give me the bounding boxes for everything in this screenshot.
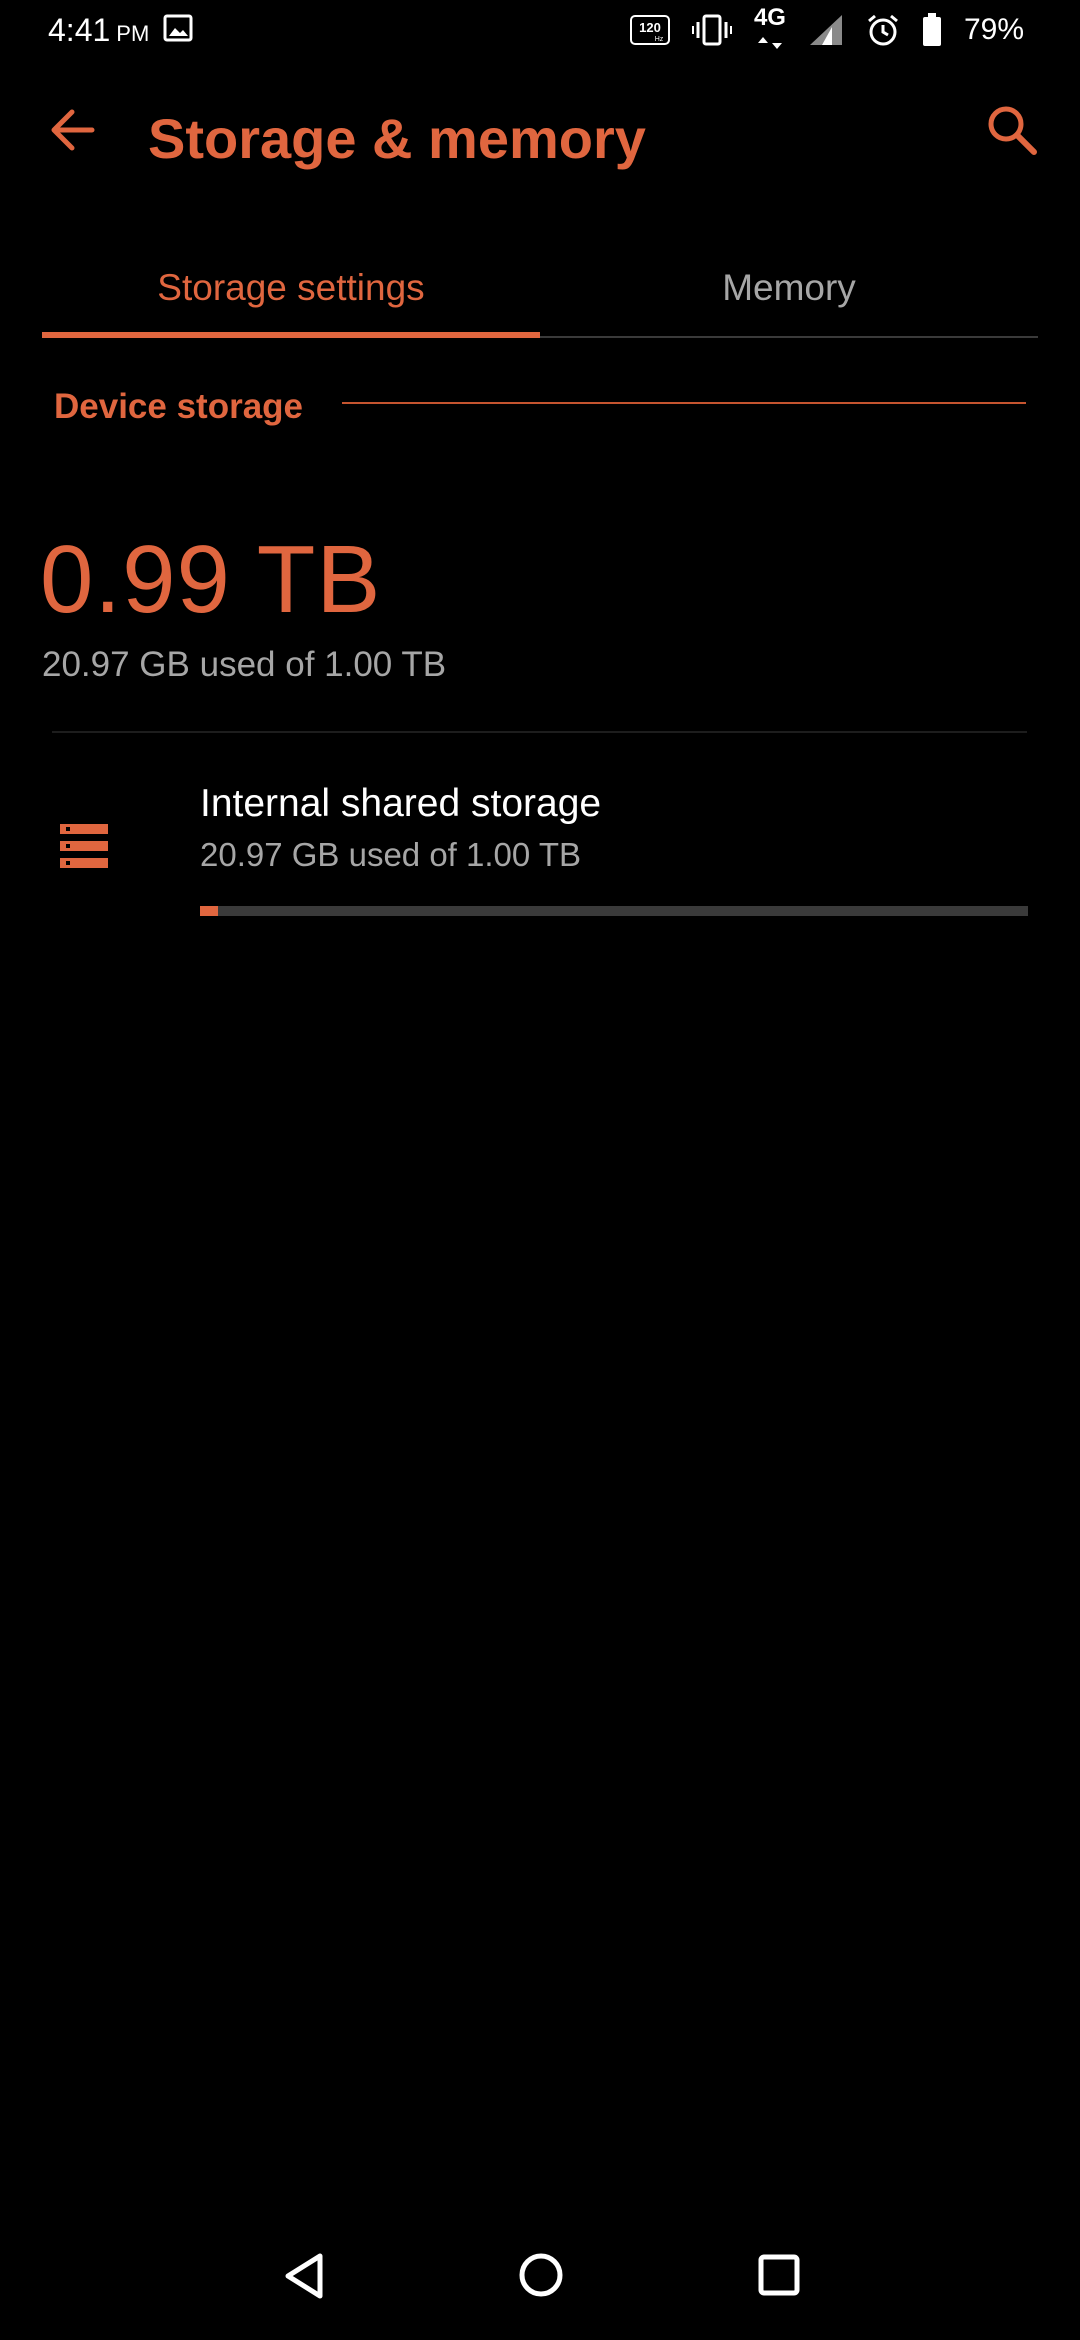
battery-percent: 79% bbox=[963, 13, 1024, 46]
storage-used-summary: 20.97 GB used of 1.00 TB bbox=[42, 645, 447, 684]
storage-progress-bar bbox=[200, 906, 1028, 916]
storage-item-internal[interactable]: Internal shared storage 20.97 GB used of… bbox=[0, 760, 1080, 930]
tab-selected-indicator bbox=[42, 332, 540, 338]
section-header-line bbox=[342, 402, 1026, 404]
status-time-value: 4:41 bbox=[48, 12, 111, 48]
network-type: 4G bbox=[754, 6, 786, 54]
storage-item-used: 20.97 GB used of 1.00 TB bbox=[200, 836, 581, 873]
storage-icon bbox=[60, 824, 108, 868]
network-type-label: 4G bbox=[753, 4, 786, 31]
tab-memory[interactable]: Memory bbox=[540, 240, 1038, 336]
section-header-device-storage: Device storage bbox=[54, 387, 304, 426]
arrow-left-icon[interactable] bbox=[46, 100, 106, 160]
status-time-ampm: PM bbox=[116, 21, 150, 46]
refresh-rate-value: 120 bbox=[639, 20, 661, 35]
tab-bar: Storage settings Memory bbox=[42, 240, 1038, 340]
status-icons: 120 Hz 4G 79% bbox=[629, 6, 1024, 54]
storage-progress-fill bbox=[200, 906, 218, 916]
image-notification-icon bbox=[163, 14, 193, 42]
list-divider bbox=[52, 731, 1027, 733]
signal-icon bbox=[809, 15, 842, 45]
page-title: Storage & memory bbox=[148, 107, 646, 170]
nav-recents-icon[interactable] bbox=[754, 2250, 804, 2300]
nav-back-icon[interactable] bbox=[280, 2250, 332, 2302]
data-activity-icon bbox=[757, 37, 782, 49]
alarm-icon bbox=[867, 14, 898, 46]
storage-free-value: 0.99 TB bbox=[40, 526, 382, 633]
refresh-rate-icon: 120 Hz bbox=[629, 15, 670, 45]
status-time: 4:41 PM bbox=[48, 10, 149, 54]
vibrate-icon bbox=[691, 14, 732, 46]
battery-icon bbox=[922, 13, 941, 46]
nav-home-icon[interactable] bbox=[512, 2246, 570, 2304]
storage-item-name: Internal shared storage bbox=[200, 782, 602, 825]
tab-storage-settings[interactable]: Storage settings bbox=[42, 240, 540, 336]
search-icon[interactable] bbox=[982, 100, 1042, 160]
refresh-rate-unit: Hz bbox=[655, 36, 664, 43]
